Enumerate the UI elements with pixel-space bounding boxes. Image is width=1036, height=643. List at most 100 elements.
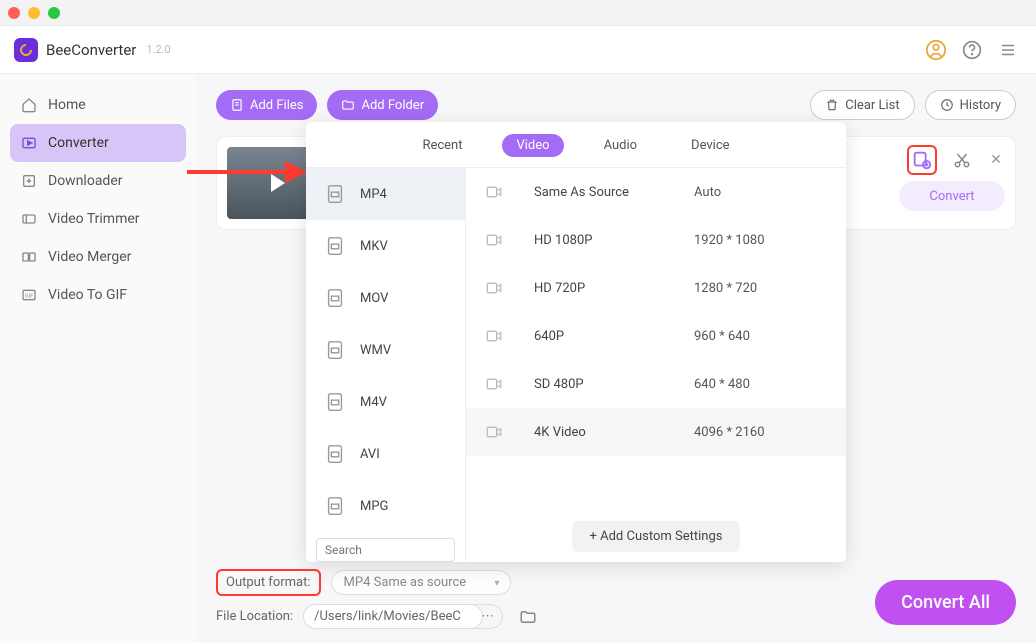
resolution-item[interactable]: 640P 960 * 640 (466, 312, 846, 360)
open-folder-icon[interactable] (519, 608, 537, 626)
popup-tabs: Recent Video Audio Device (306, 122, 846, 167)
format-label: WMV (360, 343, 391, 358)
resolution-item[interactable]: HD 720P 1280 * 720 (466, 264, 846, 312)
format-item-mp4[interactable]: MP4 (306, 168, 465, 220)
format-popup: Recent Video Audio Device MP4 MKV (306, 122, 846, 562)
format-label: M4V (360, 395, 387, 410)
remove-file-button[interactable]: ✕ (987, 152, 1005, 168)
file-icon (324, 339, 346, 361)
home-icon (20, 96, 38, 114)
format-item-avi[interactable]: AVI (306, 428, 465, 480)
file-icon (324, 391, 346, 413)
convert-button[interactable]: Convert (899, 181, 1005, 211)
resolution-item[interactable]: SD 480P 640 * 480 (466, 360, 846, 408)
add-custom-button[interactable]: + Add Custom Settings (572, 521, 741, 552)
download-icon (20, 172, 38, 190)
history-icon (940, 98, 954, 112)
app-name: BeeConverter (46, 41, 136, 59)
app-logo (14, 38, 38, 62)
video-icon (486, 234, 504, 246)
format-label: MP4 (360, 187, 387, 202)
output-format-select[interactable]: MP4 Same as source ▾ (331, 570, 511, 595)
resolution-list: Same As Source Auto HD 1080P 1920 * 1080… (466, 168, 846, 511)
resolution-label: Same As Source (534, 185, 694, 200)
sidebar-item-gif[interactable]: GIF Video To GIF (10, 276, 186, 314)
sidebar-item-converter[interactable]: Converter (10, 124, 186, 162)
file-location-value: /Users/link/Movies/BeeC (314, 609, 461, 624)
sidebar-item-merger[interactable]: Video Merger (10, 238, 186, 276)
history-label: History (960, 98, 1001, 113)
resolution-label: SD 480P (534, 377, 694, 392)
file-location-label: File Location: (216, 609, 293, 624)
format-label: MKV (360, 239, 388, 254)
file-icon (324, 495, 346, 517)
clear-list-label: Clear List (845, 98, 899, 113)
resolution-label: HD 1080P (534, 233, 694, 248)
converter-icon (20, 134, 38, 152)
video-icon (486, 378, 504, 390)
minimize-window-button[interactable] (28, 7, 40, 19)
close-window-button[interactable] (8, 7, 20, 19)
tab-recent[interactable]: Recent (408, 134, 476, 157)
resolution-dim: 4096 * 2160 (694, 425, 765, 440)
clear-list-button[interactable]: Clear List (810, 90, 914, 120)
tab-device[interactable]: Device (677, 134, 744, 157)
resolution-dim: 640 * 480 (694, 377, 750, 392)
tab-video[interactable]: Video (502, 134, 563, 157)
sidebar-item-label: Downloader (48, 173, 123, 189)
resolution-dim: Auto (694, 185, 721, 200)
format-search (306, 532, 465, 562)
merger-icon (20, 248, 38, 266)
format-label: MOV (360, 291, 388, 306)
format-item-m4v[interactable]: M4V (306, 376, 465, 428)
format-item-mov[interactable]: MOV (306, 272, 465, 324)
gif-icon: GIF (20, 286, 38, 304)
file-location-input[interactable]: /Users/link/Movies/BeeC (303, 604, 483, 629)
main-panel: Add Files Add Folder Clear List History (196, 74, 1036, 643)
resolution-item[interactable]: Same As Source Auto (466, 168, 846, 216)
resolution-item[interactable]: HD 1080P 1920 * 1080 (466, 216, 846, 264)
resolution-label: 4K Video (534, 425, 694, 440)
history-button[interactable]: History (925, 90, 1016, 120)
video-icon (486, 186, 504, 198)
sidebar-item-downloader[interactable]: Downloader (10, 162, 186, 200)
menu-icon[interactable] (994, 36, 1022, 64)
output-format-value: MP4 Same as source (344, 575, 467, 590)
format-item-wmv[interactable]: WMV (306, 324, 465, 376)
resolution-dim: 1280 * 720 (694, 281, 757, 296)
file-icon (324, 183, 346, 205)
account-icon[interactable] (922, 36, 950, 64)
convert-all-button[interactable]: Convert All (875, 580, 1016, 625)
add-folder-label: Add Folder (361, 98, 424, 113)
help-icon[interactable] (958, 36, 986, 64)
add-custom-label: + Add Custom Settings (590, 529, 723, 544)
toolbar: Add Files Add Folder Clear List History (216, 90, 1016, 120)
sidebar-item-label: Video Merger (48, 249, 131, 265)
file-location-more-button[interactable]: ⋯ (473, 604, 503, 629)
chevron-down-icon: ▾ (495, 578, 500, 589)
add-files-button[interactable]: Add Files (216, 90, 317, 120)
format-label: AVI (360, 447, 380, 462)
video-icon (486, 282, 504, 294)
trimmer-icon (20, 210, 38, 228)
play-icon (271, 174, 285, 192)
file-icon (324, 235, 346, 257)
tab-audio[interactable]: Audio (590, 134, 651, 157)
resolution-item[interactable]: 4K Video 4096 * 2160 (466, 408, 846, 456)
format-item-mkv[interactable]: MKV (306, 220, 465, 272)
add-folder-icon (341, 98, 355, 112)
format-list[interactable]: MP4 MKV MOV WMV (306, 168, 466, 562)
resolution-dim: 960 * 640 (694, 329, 750, 344)
output-settings-button[interactable] (907, 145, 937, 175)
format-search-input[interactable] (316, 538, 455, 562)
sidebar-item-label: Converter (48, 135, 109, 151)
add-folder-button[interactable]: Add Folder (327, 90, 438, 120)
resolution-label: HD 720P (534, 281, 694, 296)
file-icon (324, 443, 346, 465)
maximize-window-button[interactable] (48, 7, 60, 19)
trim-button[interactable] (947, 145, 977, 175)
format-item-mpg[interactable]: MPG (306, 480, 465, 532)
add-files-label: Add Files (250, 98, 303, 113)
sidebar-item-home[interactable]: Home (10, 86, 186, 124)
sidebar-item-trimmer[interactable]: Video Trimmer (10, 200, 186, 238)
